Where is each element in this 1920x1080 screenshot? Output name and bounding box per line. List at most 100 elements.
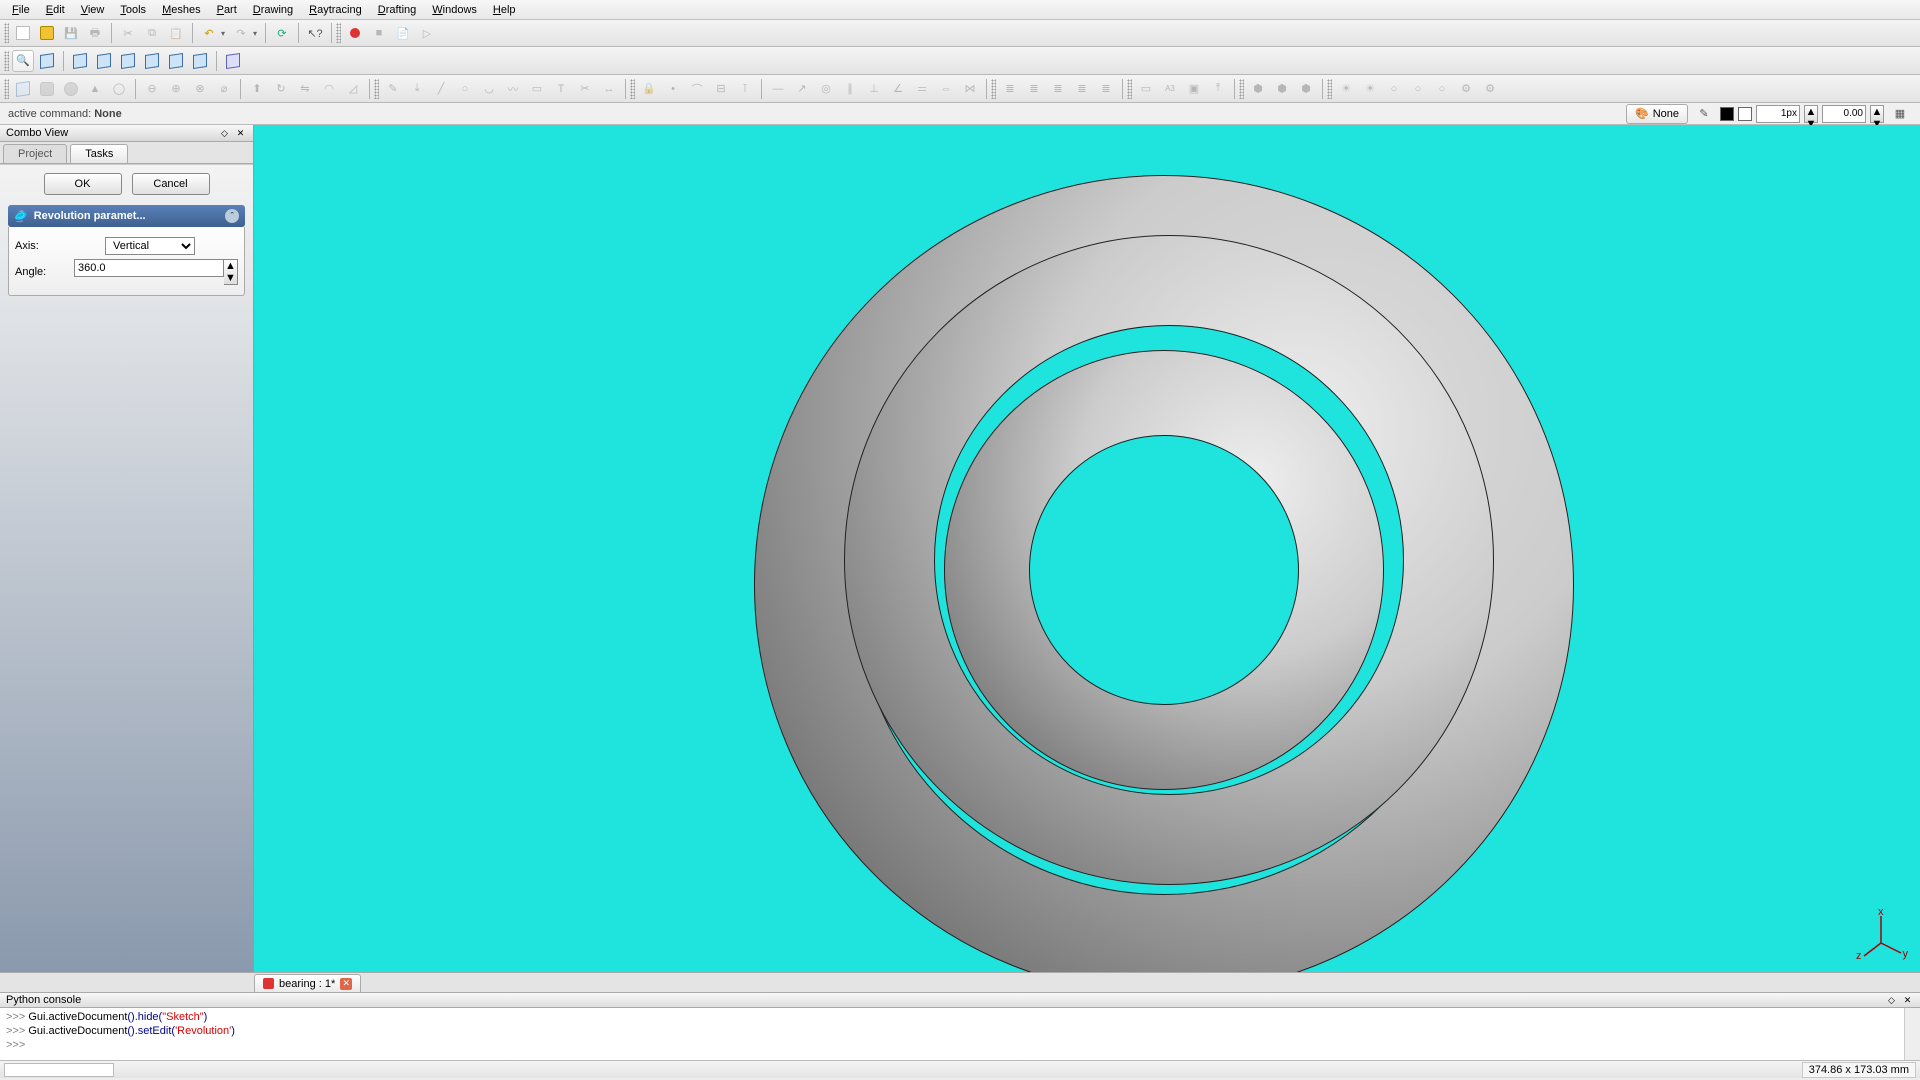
sketch-export-icon[interactable]: ⤓ — [406, 78, 428, 100]
drafting-export-icon[interactable]: ⤒ — [1207, 78, 1229, 100]
whats-this-icon[interactable]: ↖? — [304, 22, 326, 44]
draft-text-icon[interactable]: T — [550, 78, 572, 100]
prim-box-icon[interactable] — [12, 78, 34, 100]
ray-tool2-icon[interactable]: ☀ — [1359, 78, 1381, 100]
constraint-perp-icon[interactable]: ⊥ — [863, 78, 885, 100]
menu-file[interactable]: File — [4, 2, 38, 18]
prim-sphere-icon[interactable] — [60, 78, 82, 100]
menu-drafting[interactable]: Drafting — [370, 2, 425, 18]
menu-tools[interactable]: Tools — [112, 2, 154, 18]
revolution-section-header[interactable]: 🥏 Revolution paramet... ˆ — [8, 205, 245, 227]
view-rear-icon[interactable] — [141, 50, 163, 72]
toolbar-handle[interactable] — [1127, 79, 1132, 99]
bool-fuse-icon[interactable]: ⊕ — [165, 78, 187, 100]
document-tab-bearing[interactable]: bearing : 1* ✕ — [254, 974, 361, 992]
macro-list-icon[interactable]: 📄 — [392, 22, 414, 44]
constraint-parallel-icon[interactable]: ∥ — [839, 78, 861, 100]
chevron-up-icon[interactable]: ˆ — [225, 209, 239, 223]
prim-cone-icon[interactable]: ▲ — [84, 78, 106, 100]
fill-color-swatch[interactable] — [1720, 107, 1734, 121]
draft-layer2-icon[interactable]: ≣ — [1023, 78, 1045, 100]
draft-rect-icon[interactable]: ▭ — [526, 78, 548, 100]
drafting-page-icon[interactable]: ▭ — [1135, 78, 1157, 100]
combo-view-titlebar[interactable]: Combo View ◇ ✕ — [0, 125, 253, 142]
menu-raytracing[interactable]: Raytracing — [301, 2, 370, 18]
ray-tool4-icon[interactable]: ○ — [1407, 78, 1429, 100]
open-file-icon[interactable] — [36, 22, 58, 44]
value-input[interactable] — [1822, 105, 1866, 123]
menu-edit[interactable]: Edit — [38, 2, 73, 18]
linewidth-spinner[interactable]: ▲▼ — [1804, 105, 1818, 123]
toolbar-handle[interactable] — [991, 79, 996, 99]
toolbar-handle[interactable] — [336, 23, 341, 43]
view-bottom-icon[interactable] — [165, 50, 187, 72]
toolbar-handle[interactable] — [4, 23, 9, 43]
cancel-button[interactable]: Cancel — [132, 173, 210, 195]
axis-select[interactable]: Vertical — [105, 237, 195, 255]
ray-tool1-icon[interactable]: ☀ — [1335, 78, 1357, 100]
fillet-icon[interactable]: ◠ — [318, 78, 340, 100]
constraint-coincident-icon[interactable]: • — [662, 78, 684, 100]
draft-layer1-icon[interactable]: ≣ — [999, 78, 1021, 100]
linewidth-input[interactable] — [1756, 105, 1800, 123]
macro-record-icon[interactable] — [344, 22, 366, 44]
view-right-icon[interactable] — [117, 50, 139, 72]
view-front-icon[interactable] — [69, 50, 91, 72]
color-picker-icon[interactable]: ✎ — [1693, 103, 1715, 125]
drafting-a3-icon[interactable]: A3 — [1159, 78, 1181, 100]
draft-layer3-icon[interactable]: ≣ — [1047, 78, 1069, 100]
menu-drawing[interactable]: Drawing — [245, 2, 301, 18]
bool-section-icon[interactable]: ⌀ — [213, 78, 235, 100]
extrude-icon[interactable]: ⬆ — [246, 78, 268, 100]
view-top-icon[interactable] — [93, 50, 115, 72]
constraint-vdist-icon[interactable]: ↗ — [791, 78, 813, 100]
constraint-fix-icon[interactable]: ⋈ — [959, 78, 981, 100]
ray-tool6-icon[interactable]: ⚙ — [1455, 78, 1477, 100]
chamfer-icon[interactable]: ◿ — [342, 78, 364, 100]
view-iso-icon[interactable] — [222, 50, 244, 72]
constraint-symm-icon[interactable]: ⇔ — [935, 78, 957, 100]
cut-icon[interactable]: ✂ — [117, 22, 139, 44]
python-console[interactable]: >>> Gui.activeDocument().hide("Sketch") … — [0, 1008, 1920, 1060]
toolbar-handle[interactable] — [374, 79, 379, 99]
refresh-icon[interactable]: ⟳ — [271, 22, 293, 44]
tab-project[interactable]: Project — [3, 144, 67, 163]
apply-icon[interactable]: ▦ — [1889, 103, 1911, 125]
ray-tool3-icon[interactable]: ○ — [1383, 78, 1405, 100]
menu-help[interactable]: Help — [485, 2, 524, 18]
toolbar-handle[interactable] — [1239, 79, 1244, 99]
view-axo-icon[interactable] — [36, 50, 58, 72]
toolbar-handle[interactable] — [4, 51, 9, 71]
bool-cut-icon[interactable]: ⊖ — [141, 78, 163, 100]
menu-windows[interactable]: Windows — [424, 2, 485, 18]
undock-icon[interactable]: ◇ — [1885, 995, 1898, 1006]
new-file-icon[interactable] — [12, 22, 34, 44]
python-console-titlebar[interactable]: Python console ◇ ✕ — [0, 992, 1920, 1008]
status-left-tab[interactable] — [4, 1063, 114, 1077]
sketch-new-icon[interactable]: ✎ — [382, 78, 404, 100]
close-icon[interactable]: ✕ — [234, 128, 247, 139]
constraint-tangent-icon[interactable]: ⌒ — [686, 78, 708, 100]
draft-trim-icon[interactable]: ✂ — [574, 78, 596, 100]
draft-layer4-icon[interactable]: ≣ — [1071, 78, 1093, 100]
macro-play-icon[interactable]: ▷ — [416, 22, 438, 44]
print-icon[interactable]: 🖶 — [84, 22, 106, 44]
mesh-tool2-icon[interactable]: ⬢ — [1271, 78, 1293, 100]
constraint-angle-icon[interactable]: ∠ — [887, 78, 909, 100]
constraint-radius-icon[interactable]: ◎ — [815, 78, 837, 100]
3d-viewport[interactable]: x y z — [254, 125, 1920, 972]
redo-dropdown[interactable]: ▾ — [253, 29, 261, 38]
mesh-tool1-icon[interactable]: ⬢ — [1247, 78, 1269, 100]
toolbar-handle[interactable] — [630, 79, 635, 99]
toolbar-handle[interactable] — [4, 79, 9, 99]
menu-view[interactable]: View — [73, 2, 113, 18]
ray-tool5-icon[interactable]: ○ — [1431, 78, 1453, 100]
redo-icon[interactable]: ↷ — [230, 22, 252, 44]
draft-circle-icon[interactable]: ○ — [454, 78, 476, 100]
paste-icon[interactable]: 📋 — [165, 22, 187, 44]
toolbar-handle[interactable] — [1327, 79, 1332, 99]
mesh-tool3-icon[interactable]: ⬢ — [1295, 78, 1317, 100]
revolve-icon[interactable]: ↻ — [270, 78, 292, 100]
copy-icon[interactable]: ⧉ — [141, 22, 163, 44]
bool-common-icon[interactable]: ⊗ — [189, 78, 211, 100]
